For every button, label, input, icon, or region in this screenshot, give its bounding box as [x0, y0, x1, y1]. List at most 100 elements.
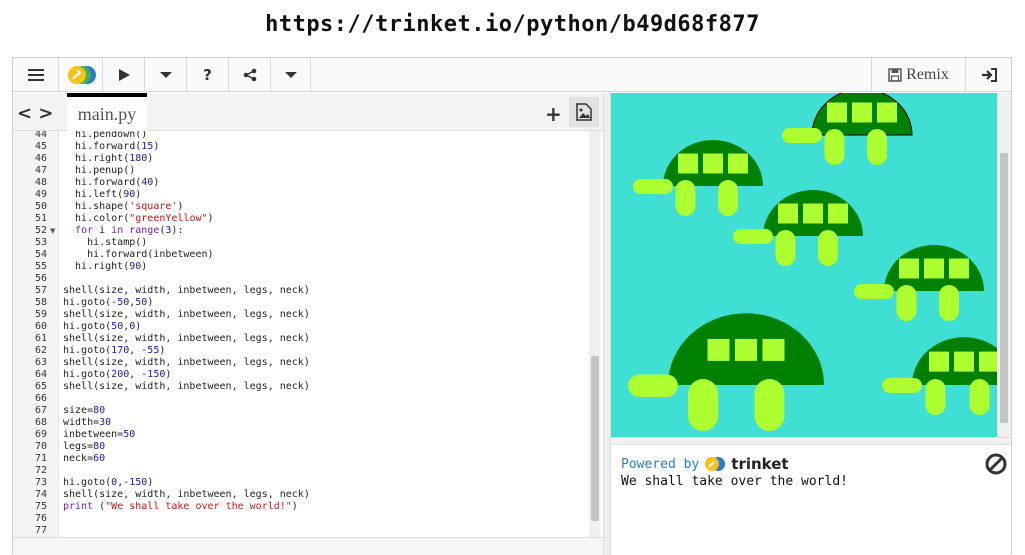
editor-scrollbar[interactable] [589, 131, 601, 537]
editor-scrollbar-thumb[interactable] [591, 356, 599, 521]
line-number: 71 [34, 453, 47, 464]
line-number-gutter: 44 45 46 47 48 49 50 51 52 ▼ 53 54 55 56 57 58 59 60 61 62 6… [13, 131, 59, 537]
console-line: We shall take over the world! [621, 474, 848, 489]
line-number: 54 [34, 249, 47, 260]
shell-square [678, 153, 698, 174]
chevron-down-icon [284, 72, 297, 78]
remix-button[interactable]: Remix [871, 58, 965, 92]
shell-square [827, 102, 847, 123]
shell-square [949, 258, 969, 279]
hamburger-icon [27, 69, 44, 81]
powered-by-label: Powered by [621, 456, 700, 472]
turtle-leg [896, 285, 917, 321]
fold-toggle-icon[interactable]: ▼ [50, 227, 55, 235]
code-line: hi.forward(40) [63, 177, 160, 188]
code-line: width=30 [63, 417, 112, 428]
output-pane: Powered by trinket We shall take over th… [611, 93, 1011, 555]
code-line: shell(size, width, inbetween, legs, neck… [63, 357, 310, 368]
line-number: 66 [34, 393, 47, 404]
code-line: hi.left(90) [63, 189, 142, 200]
toolbar: ? Remix [13, 58, 1011, 92]
run-menu-button[interactable] [145, 58, 187, 92]
help-button[interactable]: ? [187, 58, 229, 92]
code-line: for i in range(3): [75, 225, 184, 236]
shell-square [954, 351, 974, 372]
line-number: 64 [34, 369, 47, 380]
canvas-scrollbar-thumb[interactable] [1000, 153, 1008, 423]
code-line: shell(size, width, inbetween, legs, neck… [63, 489, 310, 500]
line-number: 63 [34, 357, 47, 368]
turtle-leg [867, 129, 887, 165]
turtle-drawing [628, 93, 997, 431]
code-line: hi.goto(-50,50) [63, 297, 154, 308]
code-line: shell(size, width, inbetween, legs, neck… [63, 381, 310, 392]
shell-square [899, 258, 919, 279]
turtle-leg [925, 379, 946, 415]
shell-square [877, 102, 897, 123]
login-button[interactable] [965, 58, 1011, 92]
code-line: legs=80 [63, 441, 106, 452]
line-number: 53 [34, 237, 47, 248]
line-number: 55 [34, 261, 47, 272]
console-output: Powered by trinket We shall take over th… [621, 455, 1001, 489]
line-number: 73 [34, 477, 47, 488]
trinket-brand: trinket [731, 455, 789, 473]
line-number: 48 [34, 177, 47, 188]
turtle-leg [775, 230, 796, 266]
turtle-leg [675, 180, 696, 216]
line-number: 59 [34, 309, 47, 320]
code-line: shell(size, width, inbetween, legs, neck… [63, 285, 310, 296]
turtle-leg [824, 129, 845, 165]
code-line: hi.pendown() [63, 131, 148, 140]
run-button[interactable] [103, 58, 145, 92]
shell-square [803, 203, 823, 224]
turtle-neck [854, 284, 894, 299]
line-number: 62 [34, 345, 47, 356]
share-menu-button[interactable] [271, 58, 311, 92]
menu-button[interactable] [13, 58, 59, 92]
turtle-neck [782, 128, 822, 143]
code-line: hi.goto(200, -150) [63, 369, 172, 380]
shell-square [707, 338, 730, 361]
line-number: 46 [34, 153, 47, 164]
turtle-leg [718, 180, 738, 216]
share-button[interactable] [229, 58, 271, 92]
page-url: https://trinket.io/python/b49d68f877 [265, 12, 760, 37]
trinket-logo-icon [67, 66, 96, 84]
turtle-neck [633, 179, 673, 194]
pane-divider[interactable] [603, 93, 611, 555]
code-line: hi.forward(15) [63, 141, 160, 152]
line-number: 52 [34, 225, 47, 236]
turtle-neck [882, 378, 922, 393]
shell-square [929, 351, 949, 372]
code-editor[interactable]: 44 45 46 47 48 49 50 51 52 ▼ 53 54 55 56 57 58 59 60 61 62 6… [13, 131, 603, 537]
line-number: 44 [34, 131, 47, 140]
line-number: 69 [34, 429, 47, 440]
add-file-button[interactable]: + [545, 102, 562, 126]
code-line: shell(size, width, inbetween, legs, neck… [63, 333, 310, 344]
trinket-app: ? Remix < > main.py + 44 45 46 47 48 49 50 51 52… [12, 57, 1012, 555]
editor-status-bar [13, 537, 603, 555]
shell-square [979, 351, 997, 372]
code-line: print ("We shall take over the world!") [63, 501, 298, 512]
tab-scroll-arrows[interactable]: < > [17, 103, 53, 124]
trinket-logo-button[interactable] [59, 58, 103, 92]
turtle-leg [939, 285, 959, 321]
code-line: hi.goto(50,0) [63, 321, 142, 332]
shell-square [924, 258, 944, 279]
code-line: size=80 [63, 405, 106, 416]
tab-main-py[interactable]: main.py [67, 93, 147, 131]
image-upload-button[interactable] [569, 97, 599, 127]
stop-button[interactable] [985, 453, 1007, 479]
turtle-leg [688, 379, 719, 431]
line-number: 45 [34, 141, 47, 152]
canvas-scrollbar[interactable] [997, 93, 1011, 437]
chevron-down-icon [159, 72, 172, 78]
turtle-neck [733, 229, 773, 244]
output-splitter[interactable] [611, 437, 1011, 445]
trinket-logo-icon [705, 457, 726, 471]
shell-square [828, 203, 848, 224]
code-line: hi.goto(170, -55) [63, 345, 166, 356]
remix-label: Remix [906, 66, 949, 83]
sign-in-icon [981, 68, 997, 82]
